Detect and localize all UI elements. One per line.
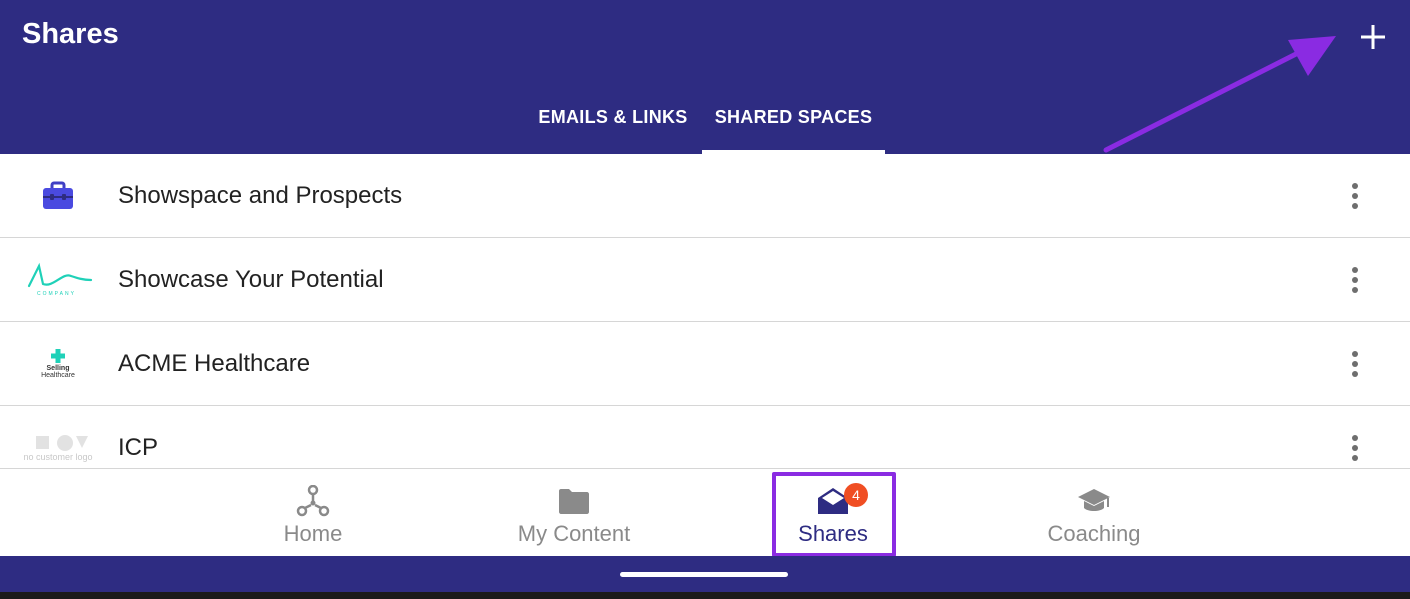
no-customer-logo: no customer logo xyxy=(23,434,93,462)
plus-icon xyxy=(1361,25,1385,49)
space-name: ICP xyxy=(118,434,159,461)
more-options-icon[interactable] xyxy=(1340,428,1370,468)
home-indicator[interactable] xyxy=(620,572,788,577)
list-item[interactable]: Selling Healthcare ACME Healthcare xyxy=(0,322,1410,406)
tab-bar: EMAILS & LINKS SHARED SPACES xyxy=(0,88,1410,154)
space-logo: Selling Healthcare xyxy=(18,338,98,390)
list-item[interactable]: COMPANY Showcase Your Potential xyxy=(0,238,1410,322)
space-logo: no customer logo xyxy=(18,422,98,468)
company-logo-text: COMPANY xyxy=(37,291,76,297)
nav-my-content[interactable]: My Content xyxy=(484,469,664,555)
list-item[interactable]: Showspace and Prospects xyxy=(0,154,1410,238)
page-title: Shares xyxy=(22,18,119,50)
screen-edge xyxy=(0,592,1410,599)
company-wave-logo: COMPANY xyxy=(27,262,93,297)
shared-spaces-list: Showspace and Prospects COMPANY Showcase… xyxy=(0,154,1410,468)
more-options-icon[interactable] xyxy=(1340,260,1370,300)
nav-coaching[interactable]: Coaching xyxy=(1004,469,1184,555)
nav-label: My Content xyxy=(517,521,631,546)
nav-label: Coaching xyxy=(1047,521,1141,546)
logo-text: Healthcare xyxy=(41,372,75,379)
list-item[interactable]: no customer logo ICP xyxy=(0,406,1410,468)
nav-label: Home xyxy=(283,521,343,546)
space-logo xyxy=(18,170,98,222)
folder-icon xyxy=(554,485,594,517)
bottom-navigation: Home My Content 4 Shares Coaching xyxy=(0,468,1410,557)
add-space-button[interactable] xyxy=(1350,14,1396,60)
more-options-icon[interactable] xyxy=(1340,344,1370,384)
notification-badge: 4 xyxy=(844,483,868,507)
nav-shares[interactable]: 4 Shares xyxy=(774,469,892,555)
tab-shared-spaces[interactable]: SHARED SPACES xyxy=(702,84,885,150)
app-bar: Shares EMAILS & LINKS SHARED SPACES xyxy=(0,0,1410,154)
app-screen: Shares EMAILS & LINKS SHARED SPACES Show… xyxy=(0,0,1410,599)
nav-label: Shares xyxy=(798,521,868,546)
nav-home[interactable]: Home xyxy=(223,469,403,555)
logo-text: no customer logo xyxy=(23,452,93,462)
selling-healthcare-logo: Selling Healthcare xyxy=(41,349,75,379)
hub-icon xyxy=(293,485,333,517)
space-name: Showspace and Prospects xyxy=(118,182,403,209)
tab-emails-links[interactable]: EMAILS & LINKS xyxy=(530,84,696,150)
space-logo: COMPANY xyxy=(18,254,98,306)
system-navigation-bar xyxy=(0,556,1410,592)
briefcase-icon xyxy=(43,181,73,209)
medical-cross-icon xyxy=(50,349,65,363)
placeholder-shapes-icon xyxy=(35,435,88,451)
graduation-cap-icon xyxy=(1074,485,1114,517)
more-options-icon[interactable] xyxy=(1340,176,1370,216)
space-name: Showcase Your Potential xyxy=(118,266,384,293)
logo-text: Selling xyxy=(46,365,70,372)
space-name: ACME Healthcare xyxy=(118,350,311,377)
